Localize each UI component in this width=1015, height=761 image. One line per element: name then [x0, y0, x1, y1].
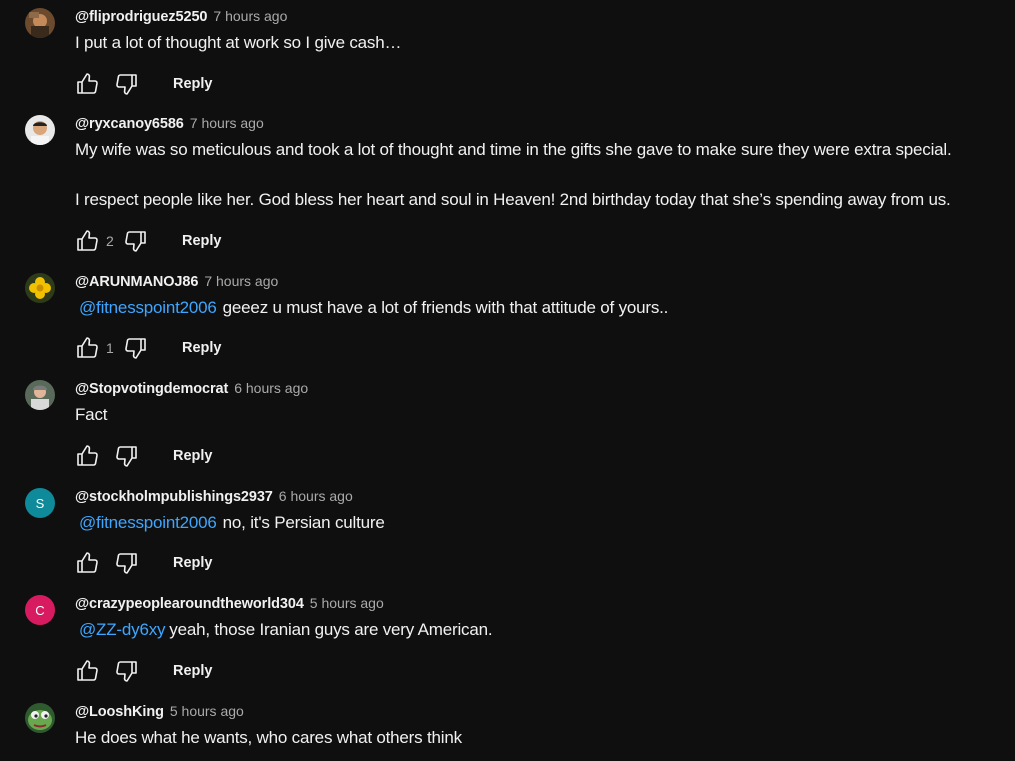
reply-button[interactable]: Reply [182, 340, 222, 356]
comment-timestamp[interactable]: 7 hours ago [204, 273, 278, 289]
comment-author[interactable]: @crazypeoplearoundtheworld304 [75, 596, 304, 612]
avatar[interactable] [25, 115, 55, 145]
avatar-letter: S [35, 495, 45, 511]
comment-text: @fitnesspoint2006 no, it's Persian cultur… [75, 510, 1015, 535]
avatar-photo-icon [25, 380, 55, 410]
avatar-flower-icon [25, 273, 55, 303]
avatar[interactable] [25, 8, 55, 38]
comment-author[interactable]: @Stopvotingdemocrat [75, 381, 228, 397]
comment-timestamp[interactable]: 7 hours ago [213, 8, 287, 24]
comment-timestamp[interactable]: 6 hours ago [279, 488, 353, 504]
comment-text: I put a lot of thought at work so I give… [75, 30, 1015, 55]
thumb-up-icon[interactable] [75, 229, 99, 253]
comment-author[interactable]: @ARUNMANOJ86 [75, 274, 198, 290]
comment-paragraph: @ZZ-dy6xy yeah, those Iranian guys are ve… [75, 617, 1015, 642]
comment-timestamp[interactable]: 7 hours ago [190, 115, 264, 131]
avatar[interactable]: S [25, 488, 55, 518]
comment-text: Fact [75, 402, 1015, 427]
comment-paragraph-text: no, it's Persian culture [222, 513, 385, 532]
avatar-photo-icon [25, 8, 55, 38]
reply-button[interactable]: Reply [173, 663, 213, 679]
thumb-down-icon[interactable] [124, 229, 148, 253]
comment-paragraph-text: geeez u must have a lot of friends with … [222, 298, 669, 317]
like-count: 2 [106, 233, 114, 249]
comment-author[interactable]: @fliprodriguez5250 [75, 9, 208, 25]
comment-timestamp[interactable]: 5 hours ago [170, 703, 244, 719]
comment-timestamp[interactable]: 5 hours ago [310, 595, 384, 611]
thumb-up-icon[interactable] [75, 444, 99, 468]
comment-text: He does what he wants, who cares what ot… [75, 725, 1015, 750]
thumb-up-icon[interactable] [75, 551, 99, 575]
comment-paragraph: @fitnesspoint2006 geeez u must have a lot… [75, 295, 1015, 320]
thumb-down-icon[interactable] [115, 551, 139, 575]
reply-button[interactable]: Reply [173, 448, 213, 464]
avatar[interactable] [25, 380, 55, 410]
reply-button[interactable]: Reply [173, 555, 213, 571]
comment-paragraph: My wife was so meticulous and took a lot… [75, 140, 952, 159]
comment-paragraph-text: yeah, those Iranian guys are very Americ… [169, 620, 493, 639]
thumb-down-icon[interactable] [115, 444, 139, 468]
thumb-down-icon[interactable] [124, 336, 148, 360]
comment-author[interactable]: @ryxcanoy6586 [75, 116, 184, 132]
thumb-up-icon[interactable] [75, 659, 99, 683]
avatar[interactable] [25, 273, 55, 303]
like-count: 1 [106, 340, 114, 356]
comment-text: @fitnesspoint2006 geeez u must have a lot… [75, 295, 1015, 320]
mention-link[interactable]: @ZZ-dy6xy [79, 620, 165, 639]
comment-author[interactable]: @stockholmpublishings2937 [75, 489, 273, 505]
reply-button[interactable]: Reply [173, 76, 213, 92]
comment-paragraph: @fitnesspoint2006 no, it's Persian cultur… [75, 510, 1015, 535]
reply-button[interactable]: Reply [182, 233, 222, 249]
mention-link[interactable]: @fitnesspoint2006 [79, 298, 217, 317]
comment-actions: Reply [75, 70, 213, 98]
avatar[interactable]: C [25, 595, 55, 625]
comment-paragraph: Fact [75, 405, 108, 424]
avatar-photo-icon [25, 115, 55, 145]
comment-paragraph: I respect people like her. God bless her… [75, 190, 951, 209]
comment-actions: Reply [75, 442, 213, 470]
comment-actions: 2 Reply [75, 227, 222, 255]
comment-paragraph: I put a lot of thought at work so I give… [75, 33, 402, 52]
avatar[interactable] [25, 703, 55, 733]
thumb-up-icon[interactable] [75, 72, 99, 96]
comment-text: My wife was so meticulous and took a lot… [75, 137, 1015, 212]
thumb-down-icon[interactable] [115, 659, 139, 683]
comment-timestamp[interactable]: 6 hours ago [234, 380, 308, 396]
comment-actions: Reply [75, 657, 213, 685]
comment-actions: 1 Reply [75, 334, 222, 362]
comment-text: @ZZ-dy6xy yeah, those Iranian guys are ve… [75, 617, 1015, 642]
avatar-letter: C [35, 602, 45, 618]
thumb-down-icon[interactable] [115, 72, 139, 96]
comment-author[interactable]: @LooshKing [75, 704, 164, 720]
mention-link[interactable]: @fitnesspoint2006 [79, 513, 217, 532]
comment-actions: Reply [75, 549, 213, 577]
thumb-up-icon[interactable] [75, 336, 99, 360]
avatar-frog-icon [25, 703, 55, 733]
comment-paragraph: He does what he wants, who cares what ot… [75, 728, 462, 747]
comments-list: @fliprodriguez5250 7 hours ago I put a l… [0, 0, 1015, 761]
